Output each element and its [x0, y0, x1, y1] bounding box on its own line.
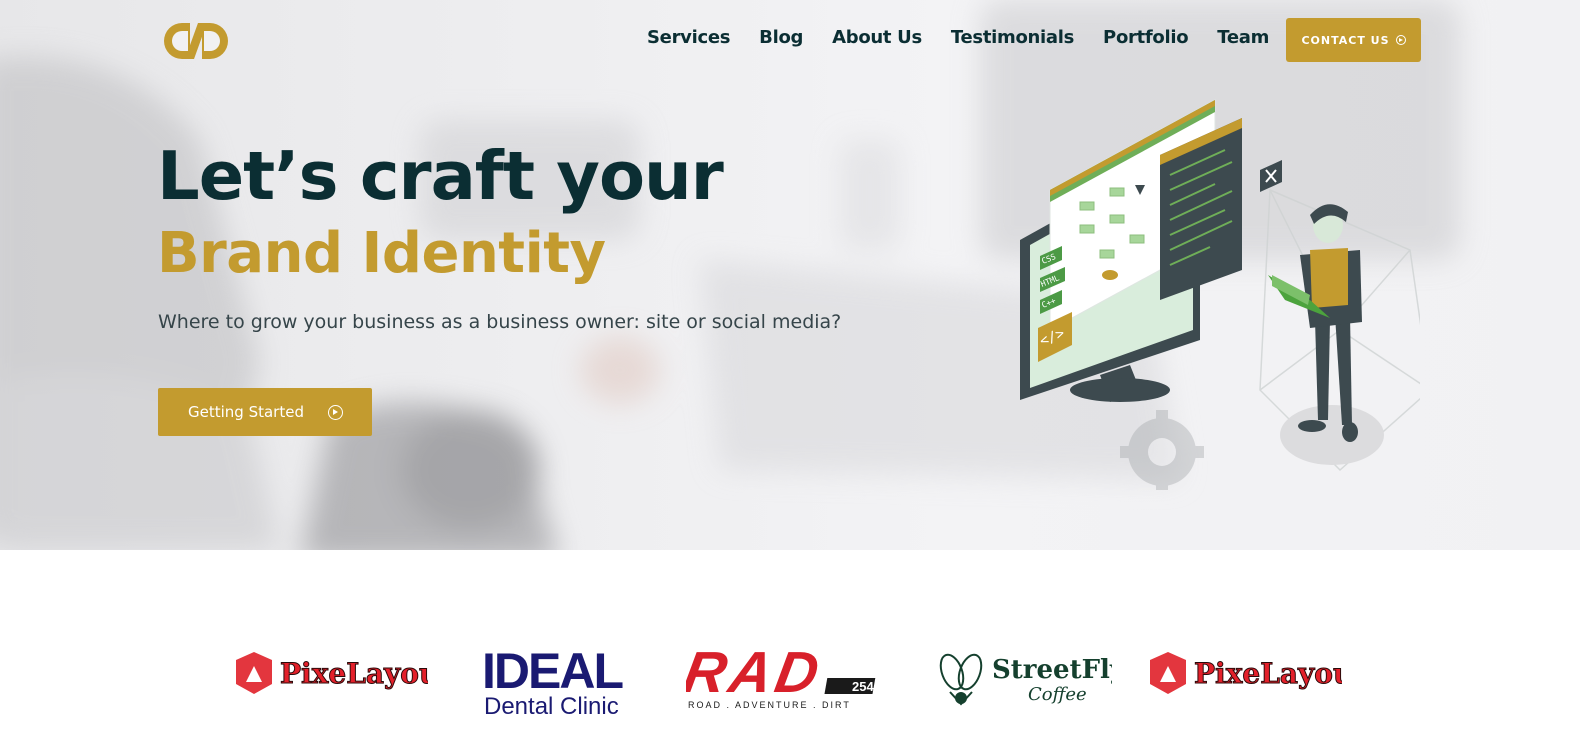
- cd-logo-icon[interactable]: [160, 19, 232, 63]
- client-logo-streetfly-coffee: StreetFly Coffee: [939, 653, 1112, 706]
- nav-item-testimonials[interactable]: Testimonials: [951, 27, 1074, 48]
- client-logo-label: RAD: [686, 640, 828, 705]
- web-developer-illustration: CSS HTML C++ </>: [1020, 99, 1420, 490]
- getting-started-label: Getting Started: [188, 403, 304, 421]
- client-logo-ideal-dental-clinic: IDEAL Dental Clinic: [482, 643, 624, 720]
- client-logo-pixelayout: PixeLayout: [1150, 652, 1342, 694]
- hero-headline: Let’s craft your: [157, 137, 724, 215]
- arrow-circle-right-icon: [1395, 35, 1406, 45]
- client-logo-label: PixeLayout: [1194, 657, 1342, 690]
- hero-subtitle: Where to grow your business as a busines…: [158, 311, 842, 333]
- nav-item-blog[interactable]: Blog: [759, 27, 803, 48]
- client-logo-sub: ROAD . ADVENTURE . DIRT: [688, 700, 851, 710]
- client-logo-rad-254: RAD 254 ROAD . ADVENTURE . DIRT: [686, 640, 876, 710]
- nav-item-about-us[interactable]: About Us: [832, 27, 922, 48]
- client-logo-label: PixeLayout: [280, 657, 428, 690]
- contact-us-label: CONTACT US: [1301, 33, 1390, 47]
- contact-us-button[interactable]: CONTACT US: [1286, 18, 1421, 62]
- client-logo-pixelayout: PixeLayout: [236, 652, 428, 694]
- client-logo-label: StreetFly: [992, 655, 1112, 685]
- client-logo-badge: 254: [852, 679, 874, 694]
- main-navigation: Services Blog About Us Testimonials Port…: [647, 27, 1269, 48]
- client-logo-sub: Coffee: [1028, 684, 1087, 705]
- hero-headline-accent: Brand Identity: [157, 221, 606, 286]
- gear-icon: [1120, 410, 1204, 490]
- hero-section: Services Blog About Us Testimonials Port…: [0, 0, 1580, 550]
- client-logo-sub: Dental Clinic: [484, 693, 619, 720]
- arrow-circle-right-icon: [327, 404, 343, 420]
- nav-item-team[interactable]: Team: [1217, 27, 1269, 48]
- nav-item-services[interactable]: Services: [647, 27, 730, 48]
- client-logo-label: IDEAL: [482, 643, 622, 699]
- getting-started-button[interactable]: Getting Started: [158, 388, 372, 436]
- nav-item-portfolio[interactable]: Portfolio: [1103, 27, 1189, 48]
